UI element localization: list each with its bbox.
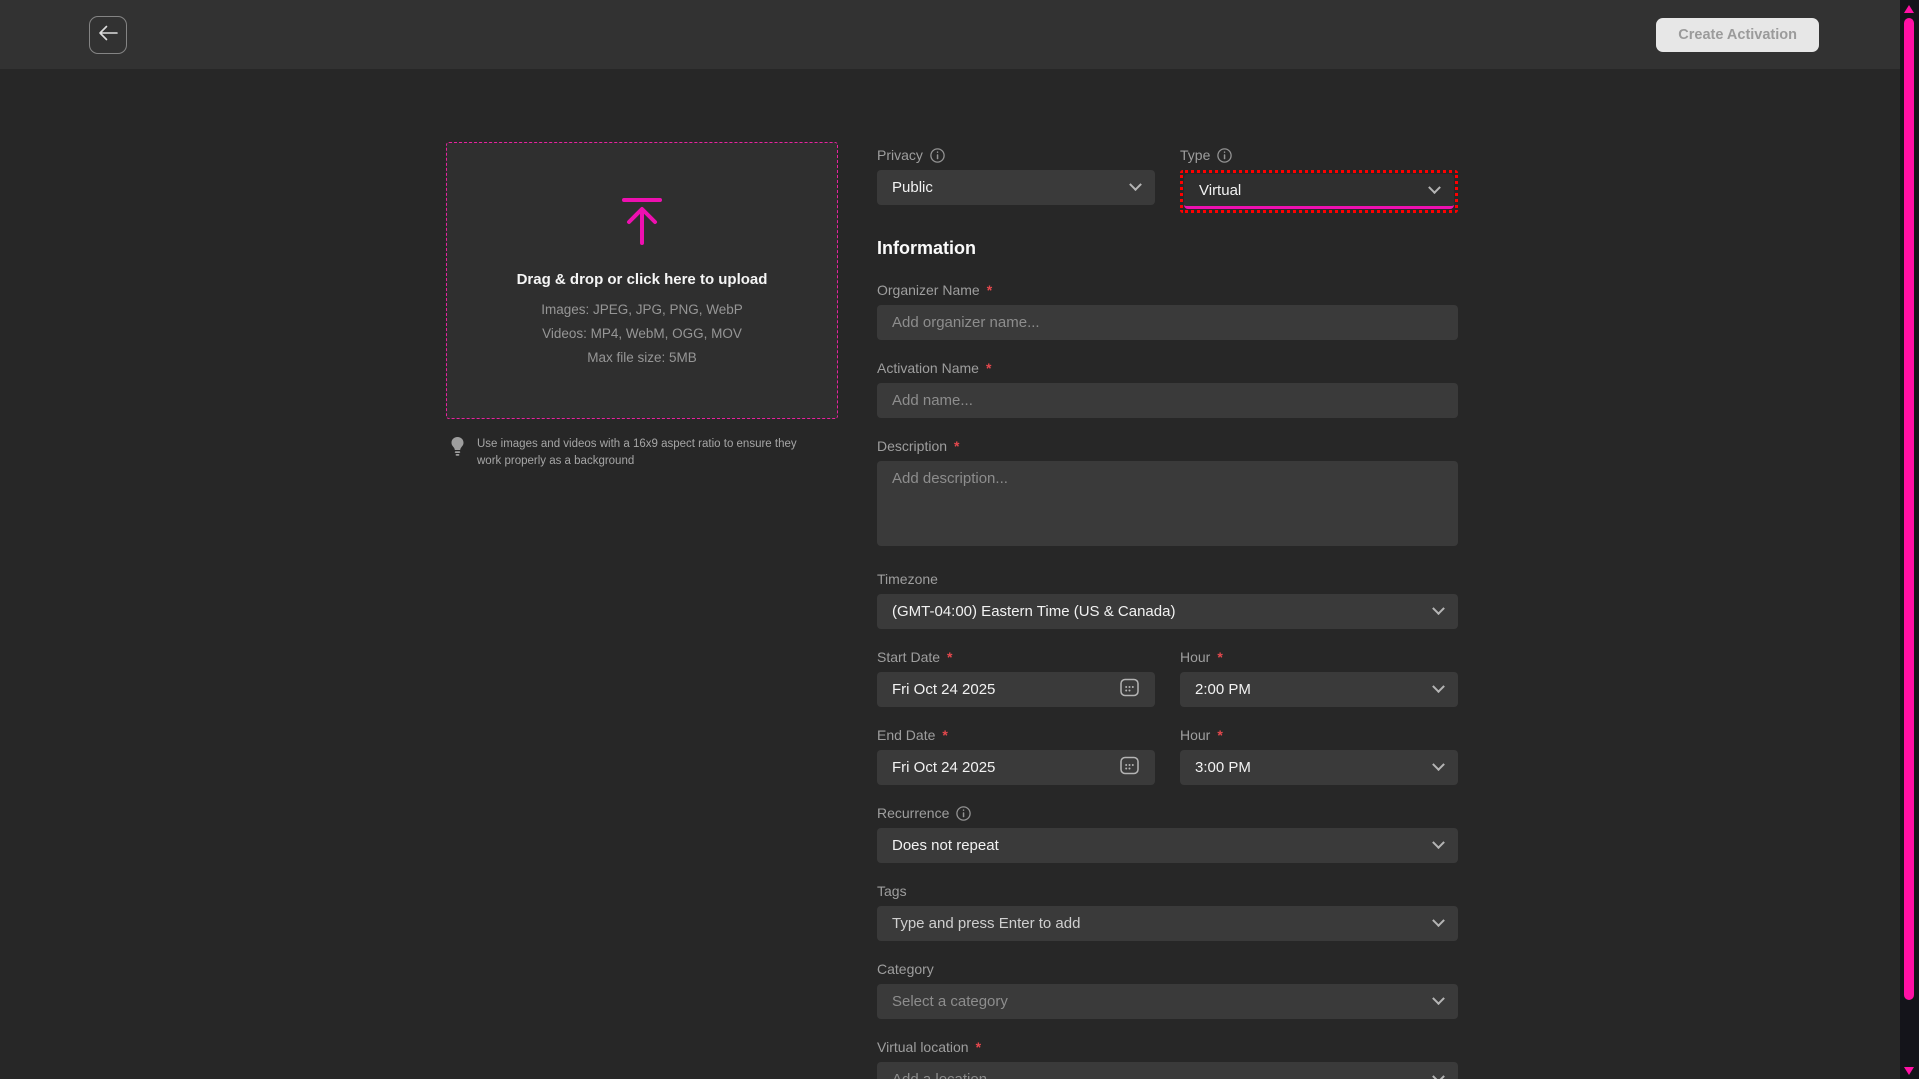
end-date-picker[interactable]: Fri Oct 24 2025 (877, 750, 1155, 785)
chevron-down-icon (1432, 1070, 1445, 1079)
tags-placeholder: Type and press Enter to add (892, 915, 1080, 932)
recurrence-value: Does not repeat (892, 837, 999, 854)
media-upload-section: Drag & drop or click here to upload Imag… (446, 142, 838, 471)
dropzone-title: Drag & drop or click here to upload (517, 271, 768, 288)
dropzone-videos-formats: Videos: MP4, WebM, OGG, MOV (542, 326, 742, 341)
category-placeholder: Select a category (892, 993, 1008, 1010)
page-scrollbar[interactable] (1900, 0, 1919, 1079)
required-marker: * (1217, 650, 1222, 665)
required-marker: * (976, 1040, 981, 1055)
tags-label: Tags (877, 884, 1458, 899)
activation-name-field: Activation Name * (877, 361, 1458, 418)
activation-name-label: Activation Name * (877, 361, 1458, 376)
virtual-location-label: Virtual location * (877, 1040, 1458, 1055)
info-icon[interactable] (930, 148, 945, 163)
calendar-icon (1119, 677, 1140, 703)
privacy-value: Public (892, 179, 933, 196)
timezone-dropdown[interactable]: (GMT-04:00) Eastern Time (US & Canada) (877, 594, 1458, 629)
required-marker: * (947, 650, 952, 665)
activation-form: Privacy Public Type (877, 148, 1458, 1079)
information-heading: Information (877, 237, 1458, 259)
chevron-down-icon (1129, 178, 1142, 191)
chevron-down-icon (1432, 992, 1445, 1005)
type-label: Type (1180, 148, 1458, 163)
virtual-location-field: Virtual location * Add a location (877, 1040, 1458, 1079)
privacy-dropdown[interactable]: Public (877, 170, 1155, 205)
agent-focus-marker: Virtual (1180, 170, 1458, 213)
chevron-down-icon (1432, 758, 1445, 771)
end-hour-value: 3:00 PM (1195, 759, 1251, 776)
back-button[interactable] (89, 16, 127, 54)
dropzone-images-formats: Images: JPEG, JPG, PNG, WebP (541, 302, 743, 317)
end-hour-label: Hour * (1180, 728, 1458, 743)
organizer-name-field: Organizer Name * (877, 283, 1458, 340)
scrollbar-thumb[interactable] (1904, 18, 1914, 1000)
required-marker: * (942, 728, 947, 743)
end-date-field: End Date * Fri Oct 24 2025 (877, 728, 1155, 785)
start-date-value: Fri Oct 24 2025 (892, 681, 995, 698)
lightbulb-icon (450, 436, 465, 463)
topbar: Create Activation (0, 0, 1919, 69)
recurrence-dropdown[interactable]: Does not repeat (877, 828, 1458, 863)
virtual-location-dropdown[interactable]: Add a location (877, 1062, 1458, 1079)
start-hour-field: Hour * 2:00 PM (1180, 650, 1458, 707)
required-marker: * (1217, 728, 1222, 743)
chevron-down-icon (1432, 602, 1445, 615)
required-marker: * (987, 283, 992, 298)
timezone-value: (GMT-04:00) Eastern Time (US & Canada) (892, 603, 1175, 620)
arrow-left-icon (97, 24, 119, 45)
start-hour-dropdown[interactable]: 2:00 PM (1180, 672, 1458, 707)
organizer-name-input[interactable] (877, 305, 1458, 340)
scroll-down-arrow-icon[interactable] (1904, 1067, 1914, 1075)
chevron-down-icon (1432, 680, 1445, 693)
start-date-label: Start Date * (877, 650, 1155, 665)
scroll-up-arrow-icon[interactable] (1904, 5, 1914, 13)
timezone-label: Timezone (877, 572, 1458, 587)
type-dropdown[interactable]: Virtual (1184, 174, 1454, 209)
category-field: Category Select a category (877, 962, 1458, 1019)
description-textarea[interactable] (877, 461, 1458, 546)
type-value: Virtual (1199, 182, 1241, 199)
chevron-down-icon (1432, 914, 1445, 927)
upload-dropzone[interactable]: Drag & drop or click here to upload Imag… (446, 142, 838, 419)
tags-input[interactable]: Type and press Enter to add (877, 906, 1458, 941)
tags-field: Tags Type and press Enter to add (877, 884, 1458, 941)
upload-arrow-icon (620, 196, 664, 251)
info-icon[interactable] (956, 806, 971, 821)
recurrence-label: Recurrence (877, 806, 1458, 821)
start-date-picker[interactable]: Fri Oct 24 2025 (877, 672, 1155, 707)
recurrence-field: Recurrence Does not repeat (877, 806, 1458, 863)
start-hour-value: 2:00 PM (1195, 681, 1251, 698)
aspect-ratio-note-text: Use images and videos with a 16x9 aspect… (477, 436, 822, 471)
end-hour-dropdown[interactable]: 3:00 PM (1180, 750, 1458, 785)
timezone-field: Timezone (GMT-04:00) Eastern Time (US & … (877, 572, 1458, 629)
required-marker: * (954, 439, 959, 454)
aspect-ratio-note: Use images and videos with a 16x9 aspect… (446, 436, 838, 471)
privacy-field: Privacy Public (877, 148, 1155, 213)
organizer-name-label: Organizer Name * (877, 283, 1458, 298)
activation-name-input[interactable] (877, 383, 1458, 418)
virtual-location-placeholder: Add a location (892, 1071, 987, 1079)
end-hour-field: Hour * 3:00 PM (1180, 728, 1458, 785)
create-activation-button[interactable]: Create Activation (1656, 18, 1819, 52)
description-field: Description * (877, 439, 1458, 551)
required-marker: * (986, 361, 991, 376)
start-hour-label: Hour * (1180, 650, 1458, 665)
chevron-down-icon (1428, 181, 1441, 194)
privacy-label: Privacy (877, 148, 1155, 163)
chevron-down-icon (1432, 836, 1445, 849)
type-field: Type Virtual (1180, 148, 1458, 213)
category-dropdown[interactable]: Select a category (877, 984, 1458, 1019)
start-date-field: Start Date * Fri Oct 24 2025 (877, 650, 1155, 707)
info-icon[interactable] (1217, 148, 1232, 163)
description-label: Description * (877, 439, 1458, 454)
end-date-value: Fri Oct 24 2025 (892, 759, 995, 776)
dropzone-max-size: Max file size: 5MB (587, 350, 697, 365)
calendar-icon (1119, 755, 1140, 781)
end-date-label: End Date * (877, 728, 1155, 743)
category-label: Category (877, 962, 1458, 977)
